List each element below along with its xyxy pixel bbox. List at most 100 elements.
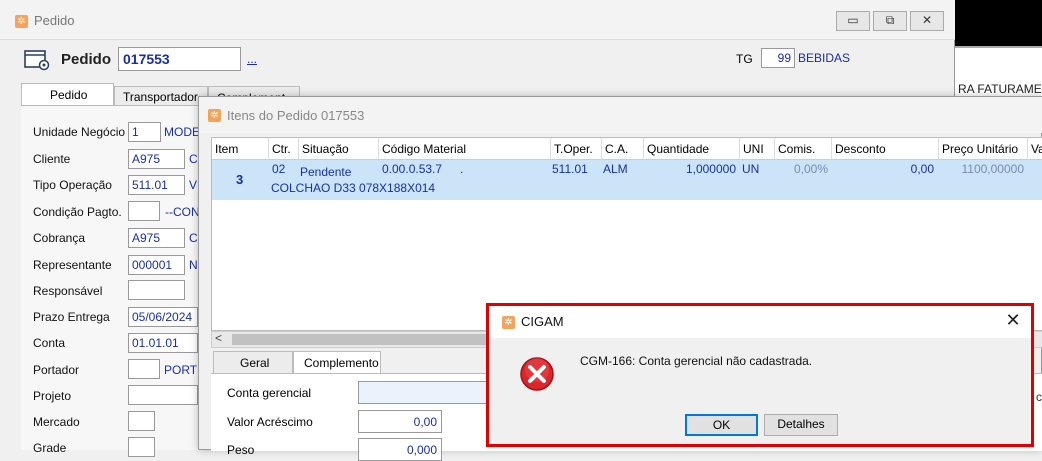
tipo-operacao-input[interactable]: 511.01	[128, 175, 185, 195]
tab-pedido[interactable]: Pedido	[21, 83, 114, 105]
label-grade: Grade	[33, 441, 67, 455]
label-representante: Representante	[33, 258, 112, 272]
cell-codigo-suffix: .	[460, 162, 464, 176]
tg-input[interactable]: 99	[761, 48, 795, 68]
column-header-desconto[interactable]: Desconto	[832, 138, 939, 160]
conta-input[interactable]: 01.01.01	[128, 333, 198, 353]
unidade-negocio-desc: MODE	[164, 125, 200, 139]
column-header-situacao[interactable]: Situação	[299, 138, 379, 160]
restore-button[interactable]: ⧉	[873, 11, 907, 31]
order-lookup-button[interactable]: ...	[247, 52, 257, 66]
items-window-title: Itens do Pedido 017553	[227, 108, 365, 123]
cell-preco-unitario: 1100,00000	[961, 162, 1024, 176]
cell-quantidade: 1,000000	[685, 162, 736, 176]
column-header-valor[interactable]: Va	[1028, 138, 1042, 160]
column-header-toper[interactable]: T.Oper.	[551, 138, 602, 160]
mercado-input[interactable]	[128, 411, 155, 431]
cobranca-input[interactable]: A975	[128, 228, 185, 248]
conta-gerencial-input[interactable]	[358, 381, 498, 404]
error-icon	[520, 357, 554, 391]
unidade-negocio-input[interactable]: 1	[128, 122, 161, 142]
representante-input[interactable]: 000001	[128, 255, 185, 275]
scroll-left-arrow[interactable]: <	[215, 331, 222, 345]
background-dark-area	[955, 0, 1042, 46]
cell-situacao: Pendente	[300, 165, 352, 179]
tg-description: BEBIDAS	[798, 51, 851, 65]
condicao-pagto-desc: --CON	[165, 205, 200, 219]
column-header-ctr[interactable]: Ctr.	[269, 138, 299, 160]
dialog-titlebar[interactable]: ✲ CIGAM ✕	[489, 306, 1031, 338]
items-grid[interactable]: Item Ctr. Situação Código Material T.Ope…	[211, 137, 1042, 331]
projeto-input[interactable]	[128, 385, 198, 405]
condicao-pagto-input[interactable]	[128, 201, 160, 221]
cell-uni: UN	[742, 162, 760, 176]
tipo-operacao-desc: V	[189, 178, 198, 192]
column-header-comis[interactable]: Comis.	[775, 138, 832, 160]
label-conta-gerencial: Conta gerencial	[227, 386, 312, 400]
label-condicao-pagto: Condição Pagto.	[33, 205, 122, 219]
background-window-text: RA FATURAMEN	[958, 82, 1042, 96]
label-cobranca: Cobrança	[33, 231, 86, 245]
label-unidade-negocio: Unidade Negócio	[33, 125, 126, 139]
tab-geral[interactable]: Geral	[213, 351, 293, 373]
close-button[interactable]: ✕	[910, 11, 944, 31]
window-title: Pedido	[34, 13, 75, 28]
ok-button[interactable]: OK	[685, 414, 758, 436]
error-dialog: ✲ CIGAM ✕ CGM-166: Conta gerencial não c…	[486, 303, 1034, 447]
tg-label: TG	[736, 52, 753, 66]
column-header-quantidade[interactable]: Quantidade	[644, 138, 740, 160]
label-portador: Portador	[33, 363, 80, 377]
cell-toper: 511.01	[552, 162, 588, 176]
cell-comis: 0,00%	[793, 162, 828, 176]
grade-input[interactable]	[128, 437, 155, 457]
column-header-codigo-material[interactable]: Código Material	[379, 138, 551, 160]
label-tipo-operacao: Tipo Operação	[33, 178, 112, 192]
column-header-preco-unitario[interactable]: Preço Unitário	[939, 138, 1028, 160]
cell-descricao: COLCHAO D33 078X188X014	[271, 181, 436, 195]
scrollbar-thumb[interactable]	[232, 334, 512, 345]
background-divider	[955, 46, 1042, 48]
dialog-close-button[interactable]: ✕	[1003, 310, 1023, 331]
order-number-input[interactable]: 017553	[118, 47, 241, 71]
label-prazo-entrega: Prazo Entrega	[33, 310, 110, 324]
label-peso: Peso	[227, 443, 255, 457]
portador-desc: PORT	[164, 363, 198, 377]
representante-desc: N	[189, 258, 198, 272]
order-form-icon	[24, 50, 50, 71]
label-responsavel: Responsável	[33, 284, 103, 298]
label-valor-acrescimo: Valor Acréscimo	[227, 415, 313, 429]
column-header-ca[interactable]: C.A.	[602, 138, 644, 160]
cell-ctr: 02	[272, 162, 286, 176]
pedido-titlebar[interactable]: ✲ Pedido ▭ ⧉ ✕	[0, 0, 955, 40]
column-header-item[interactable]: Item	[212, 138, 269, 160]
prazo-entrega-input[interactable]: 05/06/2024	[128, 307, 198, 327]
cell-item: 3	[236, 172, 244, 187]
label-conta: Conta	[33, 336, 66, 350]
dialog-body: CGM-166: Conta gerencial não cadastrada.…	[489, 338, 1031, 444]
cliente-input[interactable]: A975	[128, 149, 185, 169]
tab-transportador[interactable]: Transportador	[114, 86, 208, 105]
items-titlebar[interactable]: ✲ Itens do Pedido 017553	[199, 97, 1042, 133]
app-logo-icon: ✲	[15, 15, 28, 28]
details-button[interactable]: Detalhes	[764, 414, 838, 436]
cell-desconto: 0,00	[910, 162, 934, 176]
error-message: CGM-166: Conta gerencial não cadastrada.	[580, 354, 813, 368]
minimize-button[interactable]: ▭	[836, 11, 870, 31]
cliente-desc: C	[189, 152, 198, 166]
order-label: Pedido	[61, 51, 112, 68]
cobranca-desc: C	[189, 231, 198, 245]
portador-input[interactable]	[128, 359, 160, 379]
cell-ca: ALM	[603, 162, 628, 176]
label-projeto: Projeto	[33, 389, 72, 403]
tab-complemento-item[interactable]: Complemento	[293, 351, 381, 373]
label-cliente: Cliente	[33, 152, 71, 166]
cell-codigo-material: 0.00.0.53.7	[382, 162, 443, 176]
column-header-uni[interactable]: UNI	[740, 138, 775, 160]
app-logo-icon: ✲	[502, 316, 515, 329]
dialog-title: CIGAM	[521, 314, 564, 329]
valor-acrescimo-input[interactable]: 0,00	[358, 410, 442, 433]
app-logo-icon: ✲	[208, 109, 221, 122]
table-row[interactable]: 3 02 Pendente 0.00.0.53.7 . 511.01 ALM 1…	[212, 160, 1042, 200]
responsavel-input[interactable]	[128, 280, 185, 300]
label-mercado: Mercado	[33, 415, 80, 429]
